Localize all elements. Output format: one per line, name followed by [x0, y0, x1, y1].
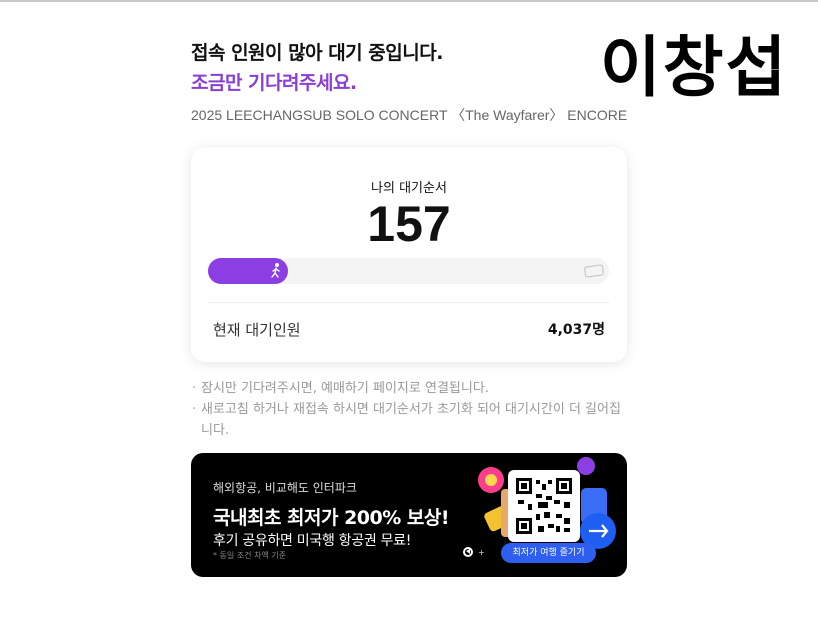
ad-banner[interactable]: 해외항공, 비교해도 인터파크 국내최초 최저가 200% 보상! 후기 공유하…: [191, 453, 627, 577]
banner-cta-button[interactable]: 최저가 여행 즐기기: [501, 543, 596, 563]
please-wait-heading: 조금만 기다려주세요.: [191, 72, 357, 94]
notice-item: · 새로고침 하거나 재접속 하시면 대기순서가 초기화 되어 대기시간이 더 …: [191, 399, 631, 441]
queue-card: 나의 대기순서 157 현재 대기인원 4,037명: [191, 147, 627, 362]
current-waiting-label: 현재 대기인원: [213, 321, 301, 339]
queue-position: 157: [367, 196, 451, 252]
svg-text:+: +: [478, 548, 485, 557]
current-waiting-count: 4,037명: [547, 322, 605, 338]
queue-label: 나의 대기순서: [371, 181, 447, 196]
top-border: [0, 0, 818, 2]
divider: [208, 302, 609, 303]
bullet: ·: [192, 402, 197, 417]
banner-fine-print: * 동일 조건 차액 기준: [213, 551, 287, 560]
progress-track: [208, 258, 609, 284]
notice-item: · 잠시만 기다려주시면, 예매하기 페이지로 연결됩니다.: [191, 378, 631, 399]
runner-icon: [271, 263, 280, 278]
qr-code-icon: [508, 470, 580, 542]
notice-text: 잠시만 기다려주시면, 예매하기 페이지로 연결됩니다.: [201, 381, 489, 396]
concert-title: 2025 LEECHANGSUB SOLO CONCERT 〈The Wayfa…: [191, 107, 628, 123]
banner-headline: 국내최초 최저가 200% 보상!: [213, 507, 450, 529]
progress-fill: [208, 258, 288, 284]
artist-name: 이창섭: [600, 29, 789, 106]
bullet: ·: [192, 381, 197, 396]
notice-text: 새로고침 하거나 재접속 하시면 대기순서가 초기화 되어 대기시간이 더 길어…: [201, 402, 621, 438]
waiting-heading: 접속 인원이 많아 대기 중입니다.: [191, 42, 443, 64]
banner-subtext: 후기 공유하면 미국행 항공권 무료!: [213, 533, 412, 549]
ticket-icon: [584, 264, 604, 278]
banner-small-text: 해외항공, 비교해도 인터파크: [213, 481, 357, 495]
notice-list: · 잠시만 기다려주시면, 예매하기 페이지로 연결됩니다. · 새로고침 하거…: [191, 378, 631, 441]
